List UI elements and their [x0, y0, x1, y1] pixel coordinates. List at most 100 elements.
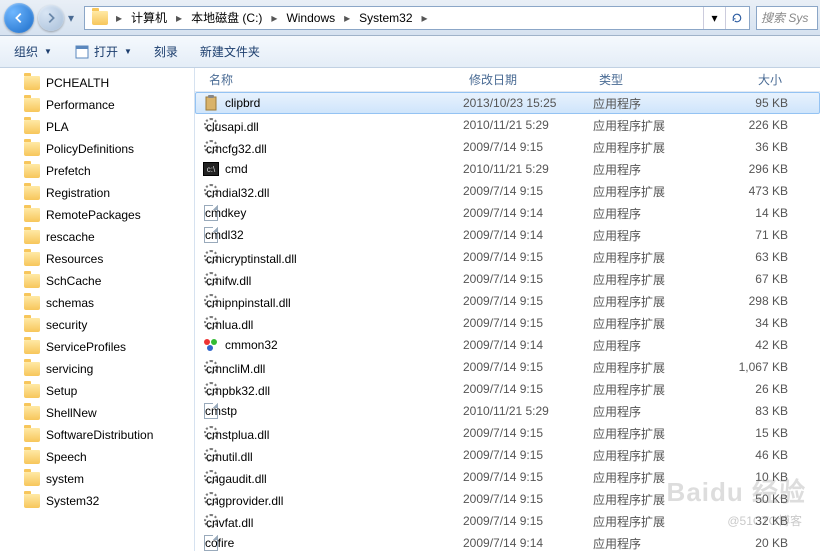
file-row[interactable]: cofire2009/7/14 9:14应用程序20 KB	[195, 532, 820, 551]
chevron-down-icon: ▼	[44, 47, 52, 56]
dll-icon: clusapi.dll	[203, 117, 219, 133]
file-row[interactable]: c:\cmd2010/11/21 5:29应用程序296 KB	[195, 158, 820, 180]
file-row[interactable]: cmlua.dll2009/7/14 9:15应用程序扩展34 KB	[195, 312, 820, 334]
file-type: 应用程序扩展	[593, 117, 708, 134]
folder-icon	[24, 142, 40, 156]
open-button[interactable]: 打开▼	[66, 40, 140, 63]
folder-tree[interactable]: PCHEALTH Performance PLAPolicyDefinitionsP…	[0, 68, 195, 551]
chevron-right-icon[interactable]: ▸	[268, 11, 280, 25]
crumb-computer[interactable]: 计算机	[125, 7, 173, 29]
file-size: 83 KB	[708, 404, 788, 418]
tree-item[interactable]: ServiceProfiles	[20, 336, 194, 358]
crumb-system32[interactable]: System32	[353, 7, 418, 29]
file-date: 2009/7/14 9:15	[463, 448, 593, 462]
file-row[interactable]: cmdl322009/7/14 9:14应用程序71 KB	[195, 224, 820, 246]
file-name: cmd	[225, 162, 248, 176]
col-date[interactable]: 修改日期	[463, 71, 593, 88]
tree-item[interactable]: system	[20, 468, 194, 490]
folder-icon	[24, 186, 40, 200]
tree-item[interactable]: System32	[20, 490, 194, 512]
tree-item[interactable]: ShellNew	[20, 402, 194, 424]
file-name: clipbrd	[225, 96, 260, 110]
new-folder-button[interactable]: 新建文件夹	[192, 40, 268, 63]
file-row[interactable]: cmpbk32.dll2009/7/14 9:15应用程序扩展26 KB	[195, 378, 820, 400]
tree-label: Speech	[46, 450, 87, 464]
file-date: 2009/7/14 9:15	[463, 514, 593, 528]
file-date: 2009/7/14 9:15	[463, 140, 593, 154]
tree-item[interactable]: SoftwareDistribution	[20, 424, 194, 446]
tree-item[interactable]: Speech	[20, 446, 194, 468]
burn-button[interactable]: 刻录	[146, 40, 186, 63]
tree-label: Performance	[46, 98, 115, 112]
column-headers[interactable]: 名称 修改日期 类型 大小	[195, 68, 820, 92]
address-dropdown[interactable]: ▾	[703, 7, 725, 29]
chevron-right-icon[interactable]: ▸	[113, 11, 125, 25]
tree-item[interactable]: PLA	[20, 116, 194, 138]
file-row[interactable]: cmstp2010/11/21 5:29应用程序83 KB	[195, 400, 820, 422]
file-row[interactable]: cmifw.dll2009/7/14 9:15应用程序扩展67 KB	[195, 268, 820, 290]
file-row[interactable]: cmdial32.dll2009/7/14 9:15应用程序扩展473 KB	[195, 180, 820, 202]
tree-item[interactable]: SchCache	[20, 270, 194, 292]
file-icon: cmdl32	[203, 227, 219, 243]
col-size[interactable]: 大小	[708, 71, 788, 88]
tree-label: rescache	[46, 230, 95, 244]
tree-item[interactable]: Prefetch	[20, 160, 194, 182]
file-rows[interactable]: clipbrd2013/10/23 15:25应用程序95 KBclusapi.…	[195, 92, 820, 551]
refresh-button[interactable]	[725, 7, 747, 29]
file-type: 应用程序扩展	[593, 491, 708, 508]
breadcrumb[interactable]: ▸ 计算机 ▸ 本地磁盘 (C:) ▸ Windows ▸ System32 ▸…	[84, 6, 750, 30]
col-type[interactable]: 类型	[593, 71, 708, 88]
tree-item[interactable]: PCHEALTH	[20, 72, 194, 94]
nav-forward-button[interactable]	[38, 5, 64, 31]
dll-icon: cmncliM.dll	[203, 359, 219, 375]
file-type: 应用程序扩展	[593, 513, 708, 530]
file-row[interactable]: cmipnpinstall.dll2009/7/14 9:15应用程序扩展298…	[195, 290, 820, 312]
file-date: 2009/7/14 9:14	[463, 206, 593, 220]
file-row[interactable]: cnvfat.dll2009/7/14 9:15应用程序扩展32 KB	[195, 510, 820, 532]
file-date: 2010/11/21 5:29	[463, 162, 593, 176]
file-row[interactable]: clipbrd2013/10/23 15:25应用程序95 KB	[195, 92, 820, 114]
chevron-right-icon[interactable]: ▸	[173, 11, 185, 25]
file-size: 1,067 KB	[708, 360, 788, 374]
tree-item[interactable]: security	[20, 314, 194, 336]
nav-back-button[interactable]	[4, 3, 34, 33]
search-input[interactable]: 搜索 Sys	[756, 6, 818, 30]
file-date: 2009/7/14 9:15	[463, 250, 593, 264]
tree-item[interactable]: Performance	[20, 94, 194, 116]
file-date: 2010/11/21 5:29	[463, 404, 593, 418]
file-row[interactable]: cmstplua.dll2009/7/14 9:15应用程序扩展15 KB	[195, 422, 820, 444]
nav-history-dropdown[interactable]: ▾	[64, 3, 78, 33]
file-row[interactable]: clusapi.dll2010/11/21 5:29应用程序扩展226 KB	[195, 114, 820, 136]
chevron-right-icon[interactable]: ▸	[419, 11, 431, 25]
folder-icon	[24, 76, 40, 90]
file-row[interactable]: cmcfg32.dll2009/7/14 9:15应用程序扩展36 KB	[195, 136, 820, 158]
file-date: 2009/7/14 9:15	[463, 426, 593, 440]
file-row[interactable]: cngaudit.dll2009/7/14 9:15应用程序扩展10 KB	[195, 466, 820, 488]
file-row[interactable]: cmicryptinstall.dll2009/7/14 9:15应用程序扩展6…	[195, 246, 820, 268]
tree-item[interactable]: RemotePackages	[20, 204, 194, 226]
folder-icon	[24, 362, 40, 376]
tree-item[interactable]: schemas	[20, 292, 194, 314]
tree-label: system	[46, 472, 84, 486]
tree-item[interactable]: PolicyDefinitions	[20, 138, 194, 160]
file-size: 15 KB	[708, 426, 788, 440]
file-row[interactable]: cngprovider.dll2009/7/14 9:15应用程序扩展50 KB	[195, 488, 820, 510]
crumb-windows[interactable]: Windows	[280, 7, 341, 29]
tree-label: ServiceProfiles	[46, 340, 126, 354]
file-type: 应用程序	[593, 535, 708, 551]
col-name[interactable]: 名称	[203, 71, 463, 88]
tree-item[interactable]: rescache	[20, 226, 194, 248]
tree-item[interactable]: servicing	[20, 358, 194, 380]
tree-item[interactable]: Resources	[20, 248, 194, 270]
file-row[interactable]: cmdkey2009/7/14 9:14应用程序14 KB	[195, 202, 820, 224]
chevron-right-icon[interactable]: ▸	[341, 11, 353, 25]
tree-item[interactable]: Registration	[20, 182, 194, 204]
dll-icon: cmutil.dll	[203, 447, 219, 463]
file-row[interactable]: cmmon322009/7/14 9:14应用程序42 KB	[195, 334, 820, 356]
tree-item[interactable]: Setup	[20, 380, 194, 402]
organize-button[interactable]: 组织▼	[6, 40, 60, 63]
file-row[interactable]: cmutil.dll2009/7/14 9:15应用程序扩展46 KB	[195, 444, 820, 466]
crumb-drive[interactable]: 本地磁盘 (C:)	[185, 7, 268, 29]
folder-icon	[24, 164, 40, 178]
file-row[interactable]: cmncliM.dll2009/7/14 9:15应用程序扩展1,067 KB	[195, 356, 820, 378]
